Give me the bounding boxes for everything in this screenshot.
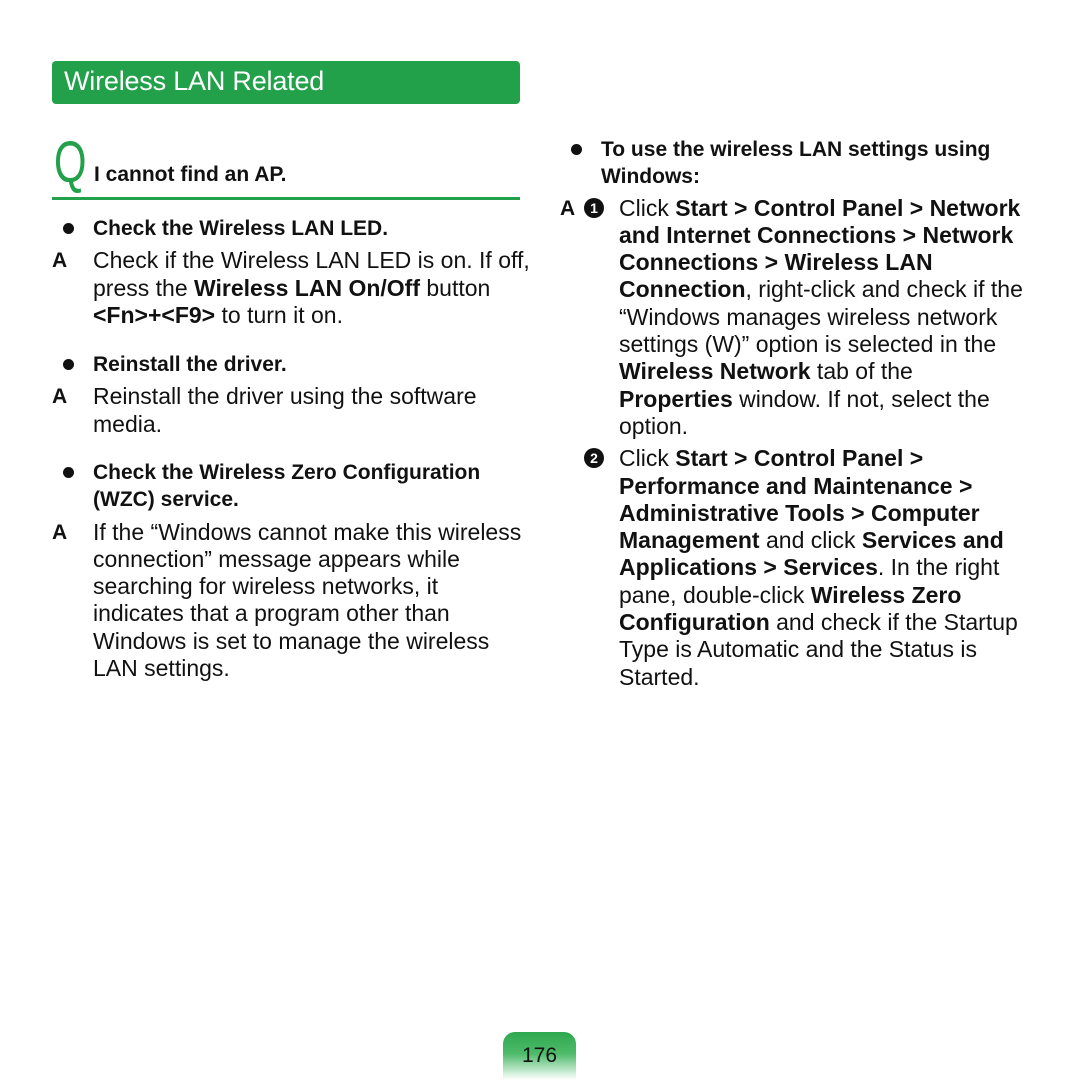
bullet-icon — [63, 467, 74, 478]
step-number-icon: 1 — [584, 197, 604, 218]
left-item-3: Check the Wireless Zero Configuration (W… — [52, 459, 532, 682]
answer-marker: A — [52, 520, 68, 544]
right-title: To use the wireless LAN settings using W… — [560, 136, 1030, 191]
answer-marker: A — [52, 385, 68, 409]
step-number-icon: 2 — [584, 448, 604, 469]
step-2: 2 Click Start > Control Panel > Performa… — [560, 445, 1030, 691]
page-number: 176 — [521, 1044, 558, 1067]
item-answer: A If the “Windows cannot make this wirel… — [52, 518, 522, 682]
answer-marker: A — [52, 249, 68, 273]
item-answer: A Reinstall the driver using the softwar… — [52, 383, 477, 437]
question-marker: Q — [54, 130, 87, 195]
item-answer: A Check if the Wireless LAN LED is on. I… — [52, 247, 530, 328]
item-title: Check the Wireless Zero Configuration (W… — [52, 459, 532, 514]
page-number-tab: 176 — [503, 1032, 576, 1080]
right-section: To use the wireless LAN settings using W… — [560, 136, 1030, 691]
section-title: Wireless LAN Related — [64, 66, 325, 96]
question-text: I cannot find an AP. — [94, 163, 287, 186]
left-item-1: Check the Wireless LAN LED. A Check if t… — [52, 215, 532, 329]
bullet-icon — [571, 144, 582, 155]
item-title: Reinstall the driver. — [52, 351, 532, 378]
bullet-icon — [63, 223, 74, 234]
bullet-icon — [63, 359, 74, 370]
item-title: Check the Wireless LAN LED. — [52, 215, 532, 242]
step-1: A 1 Click Start > Control Panel > Networ… — [560, 194, 1023, 439]
section-header: Wireless LAN Related — [52, 61, 520, 104]
answer-marker: A — [560, 196, 576, 220]
question-heading: Q I cannot find an AP. — [52, 134, 520, 200]
question-divider — [52, 197, 520, 200]
left-item-2: Reinstall the driver. A Reinstall the dr… — [52, 351, 532, 438]
